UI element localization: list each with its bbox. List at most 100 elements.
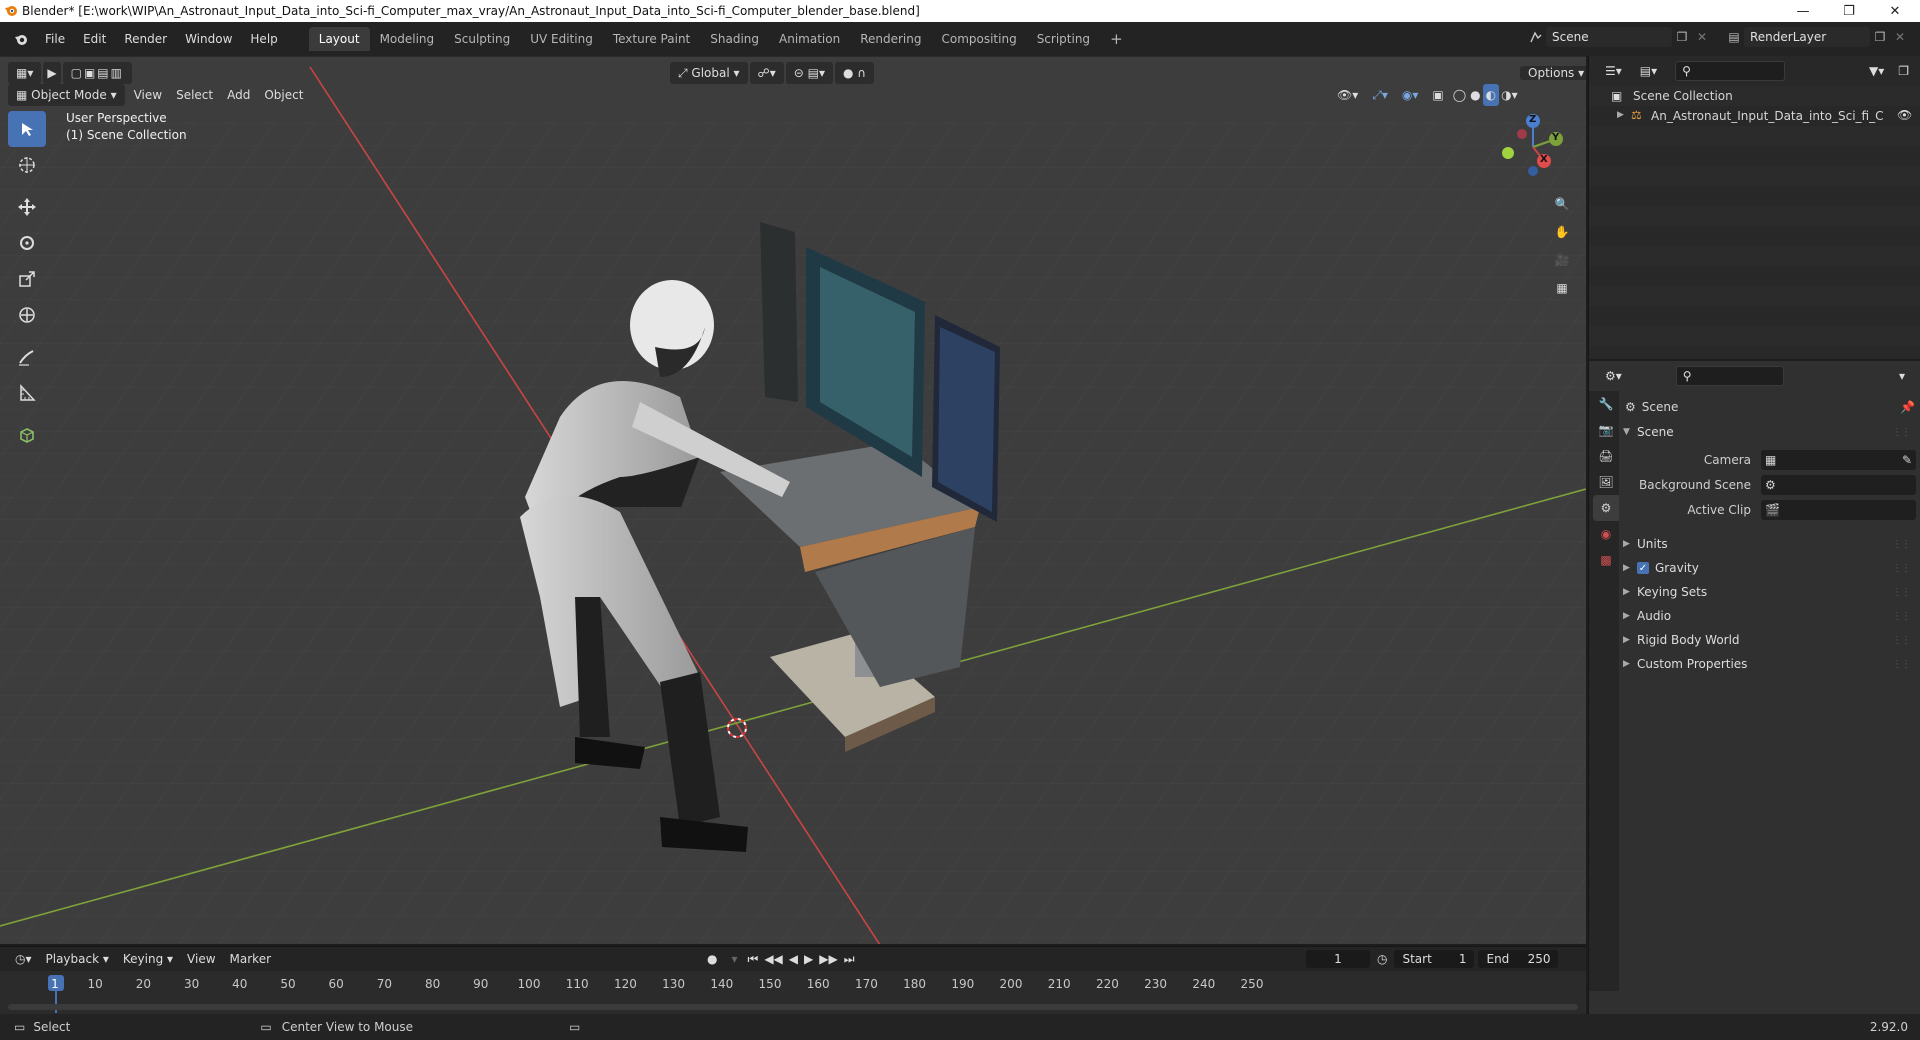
- timeline-ruler[interactable]: 1 10 20 30 40 50 60 70 80 90 100 110 120 130 140 150 160…: [8, 973, 1578, 1013]
- outliner-row-root[interactable]: ▣ Scene Collection: [1589, 86, 1920, 106]
- editor-type-icon[interactable]: ▦▾: [8, 62, 42, 84]
- options-dropdown[interactable]: Options ▾: [1520, 66, 1586, 80]
- prev-keyframe-icon[interactable]: ◀◀: [761, 948, 785, 970]
- menu-view[interactable]: View: [127, 84, 169, 106]
- rendered-shading-icon[interactable]: ◑▾: [1499, 84, 1520, 106]
- overlay-toggle-icon[interactable]: ◉▾: [1395, 84, 1426, 106]
- visibility-eye-icon[interactable]: 👁: [1897, 108, 1912, 122]
- blender-menu-icon[interactable]: [6, 32, 36, 46]
- filter-icon[interactable]: ▼▾: [1861, 60, 1892, 82]
- tab-layout[interactable]: Layout: [308, 27, 370, 51]
- restore-icon[interactable]: ❐: [1826, 0, 1872, 22]
- properties-editor-type-icon[interactable]: ⚙▾: [1597, 365, 1630, 387]
- view-layer-field[interactable]: RenderLayer: [1744, 27, 1870, 47]
- gravity-checkbox[interactable]: ✓: [1637, 562, 1649, 574]
- menu-timeline-view[interactable]: View: [180, 948, 222, 970]
- camera-field[interactable]: ▦ ✎: [1761, 450, 1916, 470]
- jump-end-icon[interactable]: ⏭: [841, 948, 858, 970]
- tab-animation[interactable]: Animation: [769, 27, 850, 51]
- jump-start-icon[interactable]: ⏮: [745, 948, 762, 970]
- camera-view-icon[interactable]: 🎥: [1548, 246, 1576, 274]
- timeline-scrollbar[interactable]: [8, 1004, 1578, 1010]
- ortho-grid-icon[interactable]: ▦: [1548, 274, 1576, 302]
- drag-grip-icon[interactable]: ⋮⋮: [1892, 635, 1911, 646]
- properties-options-icon[interactable]: ▾: [1891, 365, 1913, 387]
- keyframe-type-icon[interactable]: ▾: [724, 948, 744, 970]
- new-view-layer-icon[interactable]: ❐: [1870, 27, 1890, 47]
- view-layer-tab-icon[interactable]: 🖼: [1593, 469, 1619, 495]
- solid-shading-icon[interactable]: ●: [1468, 84, 1482, 106]
- xray-icon[interactable]: ▣: [1425, 84, 1450, 106]
- tab-rendering[interactable]: Rendering: [850, 27, 931, 51]
- panel-scene-header[interactable]: ▼ Scene ⋮⋮: [1623, 421, 1916, 443]
- timeline-editor-type-icon[interactable]: ◷▾: [8, 948, 39, 970]
- select-mode-icon[interactable]: ▶: [43, 62, 61, 84]
- new-collection-icon[interactable]: ❐: [1894, 60, 1913, 82]
- menu-add[interactable]: Add: [220, 84, 257, 106]
- cursor-icon[interactable]: [8, 147, 46, 183]
- minimize-icon[interactable]: —: [1780, 0, 1826, 22]
- render-tab-icon[interactable]: 📷: [1593, 417, 1619, 443]
- proportional-edit-icon[interactable]: ● ∩: [834, 62, 875, 84]
- panel-rigid-body-world[interactable]: ▶ Rigid Body World ⋮⋮: [1623, 629, 1916, 651]
- menu-help[interactable]: Help: [241, 27, 286, 51]
- scene-name-field[interactable]: Scene: [1546, 27, 1672, 47]
- move-icon[interactable]: [8, 189, 46, 225]
- wireframe-shading-icon[interactable]: ◯: [1451, 84, 1468, 106]
- display-mode-icon[interactable]: ▤▾: [1632, 60, 1665, 82]
- pin-icon[interactable]: 📌: [1900, 400, 1915, 414]
- scale-icon[interactable]: [8, 261, 46, 297]
- next-keyframe-icon[interactable]: ▶▶: [816, 948, 840, 970]
- menu-edit[interactable]: Edit: [74, 27, 115, 51]
- use-preview-range-icon[interactable]: ◷: [1370, 948, 1394, 970]
- tab-modeling[interactable]: Modeling: [370, 27, 445, 51]
- drag-grip-icon[interactable]: ⋮⋮: [1892, 659, 1911, 670]
- view-layer-icon[interactable]: ▤: [1724, 27, 1744, 47]
- menu-render[interactable]: Render: [115, 27, 176, 51]
- drag-grip-icon[interactable]: ⋮⋮: [1892, 427, 1911, 438]
- menu-file[interactable]: File: [36, 27, 74, 51]
- panel-custom-properties[interactable]: ▶ Custom Properties ⋮⋮: [1623, 653, 1916, 675]
- scene-tab-icon[interactable]: ⚙: [1593, 495, 1619, 521]
- menu-select[interactable]: Select: [169, 84, 220, 106]
- drag-grip-icon[interactable]: ⋮⋮: [1892, 563, 1911, 574]
- current-frame-field[interactable]: 1: [1306, 950, 1370, 968]
- annotate-icon[interactable]: [8, 339, 46, 375]
- menu-object[interactable]: Object: [257, 84, 310, 106]
- new-scene-icon[interactable]: ❐: [1672, 27, 1692, 47]
- auto-keying-icon[interactable]: ●: [700, 948, 724, 970]
- transform-icon[interactable]: [8, 297, 46, 333]
- outliner-editor-type-icon[interactable]: ☰▾: [1597, 60, 1630, 82]
- active-clip-field[interactable]: 🎬: [1761, 500, 1916, 520]
- menu-window[interactable]: Window: [176, 27, 241, 51]
- zoom-icon[interactable]: 🔍: [1548, 190, 1576, 218]
- panel-units[interactable]: ▶ Units ⋮⋮: [1623, 533, 1916, 555]
- measure-icon[interactable]: [8, 375, 46, 411]
- scene-icon[interactable]: [1526, 27, 1546, 47]
- play-reverse-icon[interactable]: ◀: [786, 948, 801, 970]
- add-cube-icon[interactable]: [8, 417, 46, 453]
- world-tab-icon[interactable]: ◉: [1593, 521, 1619, 547]
- texture-tab-icon[interactable]: ▩: [1593, 547, 1619, 573]
- menu-keying[interactable]: Keying ▾: [116, 948, 180, 970]
- outliner-row[interactable]: ▶ ⚖ An_Astronaut_Input_Data_into_Sci_fi_…: [1589, 106, 1920, 126]
- pivot-icon[interactable]: ☍▾: [749, 62, 784, 84]
- visibility-icon[interactable]: 👁▾: [1330, 84, 1365, 106]
- output-tab-icon[interactable]: 🖨: [1593, 443, 1619, 469]
- tab-texture-paint[interactable]: Texture Paint: [603, 27, 700, 51]
- start-frame-field[interactable]: Start 1: [1394, 950, 1475, 968]
- tab-uv-editing[interactable]: UV Editing: [520, 27, 603, 51]
- outliner-search-field[interactable]: ⚲: [1675, 61, 1786, 81]
- background-scene-field[interactable]: ⚙: [1761, 475, 1916, 495]
- tool-tab-icon[interactable]: 🔧: [1593, 391, 1619, 417]
- eyedropper-icon[interactable]: ✎: [1902, 453, 1916, 467]
- panel-audio[interactable]: ▶ Audio ⋮⋮: [1623, 605, 1916, 627]
- delete-scene-icon[interactable]: ✕: [1692, 27, 1712, 47]
- rotate-icon[interactable]: [8, 225, 46, 261]
- panel-gravity[interactable]: ▶ ✓ Gravity ⋮⋮: [1623, 557, 1916, 579]
- tab-sculpting[interactable]: Sculpting: [444, 27, 520, 51]
- material-shading-icon[interactable]: ◐: [1482, 84, 1500, 106]
- panel-keying-sets[interactable]: ▶ Keying Sets ⋮⋮: [1623, 581, 1916, 603]
- menu-marker[interactable]: Marker: [223, 948, 278, 970]
- menu-playback[interactable]: Playback ▾: [39, 948, 116, 970]
